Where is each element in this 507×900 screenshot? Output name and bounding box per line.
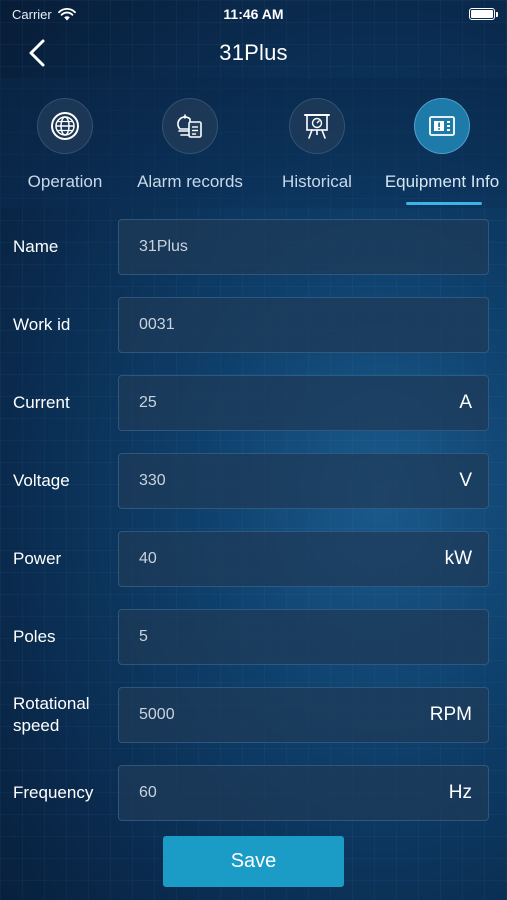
save-button[interactable]: Save (163, 836, 344, 887)
power-field[interactable]: 40 kW (118, 531, 489, 587)
presentation-board-icon (289, 98, 345, 154)
navigation-bar: 31Plus (0, 28, 507, 78)
current-unit: A (459, 392, 472, 413)
battery-icon (469, 8, 498, 20)
rotational-speed-value: 5000 (139, 706, 175, 723)
rotational-speed-unit: RPM (429, 704, 472, 725)
power-unit: kW (444, 548, 472, 569)
voltage-unit: V (459, 470, 472, 491)
current-value: 25 (139, 394, 157, 411)
frequency-field[interactable]: 60 Hz (118, 765, 489, 821)
work-id-value: 0031 (139, 316, 175, 333)
status-time: 11:46 AM (223, 6, 284, 22)
globe-icon (37, 98, 93, 154)
form-row-frequency: Frequency 60 Hz (0, 764, 507, 821)
work-id-label: Work id (13, 315, 71, 334)
rotational-speed-field[interactable]: 5000 RPM (118, 687, 489, 743)
info-panel-icon (414, 98, 470, 154)
current-field[interactable]: 25 A (118, 375, 489, 431)
form-row-poles: Poles 5 (0, 608, 507, 665)
poles-label: Poles (13, 627, 56, 646)
voltage-field[interactable]: 330 V (118, 453, 489, 509)
tab-alarm-records[interactable]: Alarm records (127, 98, 253, 208)
work-id-field[interactable]: 0031 (118, 297, 489, 353)
poles-field[interactable]: 5 (118, 609, 489, 665)
chevron-left-icon (29, 39, 45, 67)
tab-bar: Operation Alarm records Historical Equip… (0, 78, 507, 208)
active-tab-indicator (406, 202, 482, 205)
name-value: 31Plus (139, 238, 188, 255)
name-field[interactable]: 31Plus (118, 219, 489, 275)
carrier-label: Carrier (12, 6, 52, 22)
tab-alarm-records-label: Alarm records (137, 172, 243, 191)
form-row-work-id: Work id 0031 (0, 296, 507, 353)
status-left: Carrier (12, 7, 76, 22)
form-row-voltage: Voltage 330 V (0, 452, 507, 509)
frequency-label: Frequency (13, 783, 94, 802)
back-button[interactable] (22, 36, 52, 70)
form-row-current: Current 25 A (0, 374, 507, 431)
tab-historical-label: Historical (282, 172, 352, 191)
frequency-unit: Hz (448, 782, 472, 803)
form-row-name: Name 31Plus (0, 218, 507, 275)
tab-equipment-info[interactable]: Equipment Info (379, 98, 505, 208)
tab-operation[interactable]: Operation (2, 98, 128, 208)
rotational-speed-label: Rotational speed (13, 694, 90, 735)
poles-value: 5 (139, 628, 148, 645)
frequency-value: 60 (139, 784, 157, 801)
page-title: 31Plus (219, 40, 288, 65)
form-row-rotational-speed: Rotational speed 5000 RPM (0, 686, 507, 743)
form-row-power: Power 40 kW (0, 530, 507, 587)
current-label: Current (13, 393, 70, 412)
tab-historical[interactable]: Historical (254, 98, 380, 208)
voltage-value: 330 (139, 472, 166, 489)
tab-operation-label: Operation (27, 172, 103, 191)
alarm-document-icon (162, 98, 218, 154)
name-label: Name (13, 237, 59, 256)
status-bar: Carrier 11:46 AM (0, 0, 507, 28)
power-label: Power (13, 549, 62, 568)
power-value: 40 (139, 550, 157, 567)
wifi-icon (57, 7, 76, 20)
tab-equipment-info-label: Equipment Info (384, 172, 500, 191)
voltage-label: Voltage (13, 471, 70, 490)
